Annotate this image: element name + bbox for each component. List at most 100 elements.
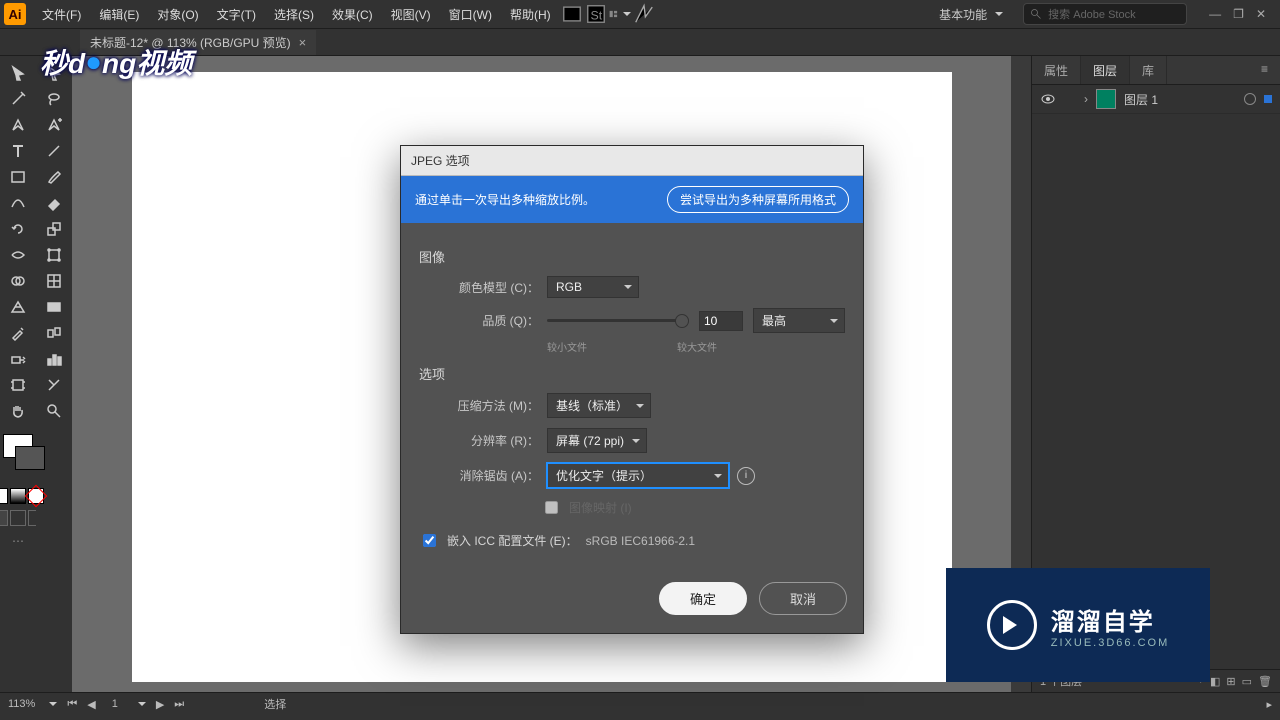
menu-object[interactable]: 对象(O): [149, 2, 206, 27]
rotate-tool[interactable]: [3, 216, 33, 242]
last-artboard-icon[interactable]: ⏭: [174, 698, 184, 711]
target-icon[interactable]: [1244, 93, 1256, 105]
tab-layers[interactable]: 图层: [1081, 56, 1130, 84]
width-tool[interactable]: [3, 242, 33, 268]
tab-properties[interactable]: 属性: [1032, 56, 1081, 84]
free-transform-tool[interactable]: [39, 242, 69, 268]
ok-button[interactable]: 确定: [659, 582, 747, 615]
delete-layer-icon[interactable]: 🗑: [1258, 675, 1272, 688]
banner-try-button[interactable]: 尝试导出为多种屏幕所用格式: [667, 186, 849, 213]
icc-profile-checkbox[interactable]: [423, 534, 436, 547]
perspective-tool[interactable]: [3, 294, 33, 320]
color-mode-swatches[interactable]: [0, 488, 44, 504]
artboard-dropdown-icon[interactable]: [138, 702, 146, 710]
prev-artboard-icon[interactable]: ◀: [87, 698, 95, 711]
cancel-button[interactable]: 取消: [759, 582, 847, 615]
selection-tool[interactable]: [3, 60, 33, 86]
scale-tool[interactable]: [39, 216, 69, 242]
quality-label: 品质 (Q)：: [419, 312, 539, 329]
stock-icon[interactable]: St: [585, 3, 607, 25]
menu-effect[interactable]: 效果(C): [324, 2, 381, 27]
eraser-tool[interactable]: [39, 190, 69, 216]
search-stock-input[interactable]: 搜索 Adobe Stock: [1023, 3, 1187, 25]
gpu-icon[interactable]: [633, 3, 655, 25]
cloud-icon[interactable]: [561, 3, 583, 25]
visibility-icon[interactable]: [1040, 91, 1056, 107]
toolbox-more[interactable]: ⋯: [12, 534, 24, 548]
menu-select[interactable]: 选择(S): [266, 2, 322, 27]
shape-builder-tool[interactable]: [3, 268, 33, 294]
tab-close-icon[interactable]: ×: [299, 35, 307, 50]
new-sublayer-icon[interactable]: ⊞: [1226, 675, 1235, 688]
status-caret-icon[interactable]: ▸: [1266, 698, 1272, 711]
color-model-select[interactable]: RGB: [547, 276, 639, 298]
line-tool[interactable]: [39, 138, 69, 164]
menu-bar: Ai 文件(F) 编辑(E) 对象(O) 文字(T) 选择(S) 效果(C) 视…: [0, 0, 1280, 29]
compression-label: 压缩方法 (M)：: [419, 397, 539, 414]
new-layer-icon[interactable]: ▭: [1242, 675, 1252, 688]
magic-wand-tool[interactable]: [3, 86, 33, 112]
zoom-tool[interactable]: [39, 398, 69, 424]
icc-profile-label: 嵌入 ICC 配置文件 (E)：: [447, 532, 578, 549]
jpeg-options-dialog: JPEG 选项 通过单击一次导出多种缩放比例。 尝试导出为多种屏幕所用格式 图像…: [400, 145, 864, 634]
tab-libraries[interactable]: 库: [1130, 56, 1167, 84]
antialias-select[interactable]: 优化文字（提示）: [547, 463, 729, 488]
watermark-title: 溜溜自学: [1051, 602, 1169, 637]
mesh-tool[interactable]: [39, 268, 69, 294]
zoom-level[interactable]: 113%: [8, 698, 35, 710]
menu-window[interactable]: 窗口(W): [441, 2, 500, 27]
play-logo-icon: [987, 600, 1037, 650]
first-artboard-icon[interactable]: ⏮: [67, 698, 77, 711]
watermark-left: 秒d●ng视频: [40, 42, 192, 82]
compression-select[interactable]: 基线（标准）: [547, 393, 651, 418]
pen-tool[interactable]: [3, 112, 33, 138]
add-anchor-tool[interactable]: [39, 112, 69, 138]
maximize-button[interactable]: ❐: [1233, 7, 1244, 21]
symbol-sprayer-tool[interactable]: [3, 346, 33, 372]
quality-value-input[interactable]: 10: [699, 311, 743, 331]
layer-name[interactable]: 图层 1: [1124, 91, 1158, 108]
menu-file[interactable]: 文件(F): [34, 2, 89, 27]
artboard-number[interactable]: 1: [106, 698, 124, 710]
toolbox-left: ⋯: [0, 56, 36, 692]
resolution-label: 分辨率 (R)：: [419, 432, 539, 449]
resolution-select[interactable]: 屏幕 (72 ppi): [547, 428, 647, 453]
gradient-tool[interactable]: [39, 294, 69, 320]
menu-help[interactable]: 帮助(H): [502, 2, 559, 27]
artboard-tool[interactable]: [3, 372, 33, 398]
menu-text[interactable]: 文字(T): [209, 2, 264, 27]
panel-menu-icon[interactable]: ≡: [1249, 56, 1280, 84]
search-placeholder: 搜索 Adobe Stock: [1048, 6, 1135, 22]
quality-slider-thumb[interactable]: [675, 314, 689, 328]
menu-view[interactable]: 视图(V): [383, 2, 439, 27]
expand-icon[interactable]: ›: [1084, 92, 1088, 106]
quality-slider[interactable]: [547, 319, 689, 322]
arrange-icon[interactable]: [609, 3, 631, 25]
quality-high-label: 较大文件: [677, 339, 717, 354]
info-icon[interactable]: i: [737, 467, 755, 485]
layer-row[interactable]: › 图层 1: [1032, 85, 1280, 114]
imagemap-checkbox: [545, 501, 558, 514]
slice-tool[interactable]: [39, 372, 69, 398]
minimize-button[interactable]: —: [1209, 7, 1221, 21]
fill-stroke-swatch[interactable]: [3, 434, 33, 482]
lasso-tool[interactable]: [39, 86, 69, 112]
column-graph-tool[interactable]: [39, 346, 69, 372]
type-tool[interactable]: [3, 138, 33, 164]
layer-thumbnail: [1096, 89, 1116, 109]
rectangle-tool[interactable]: [3, 164, 33, 190]
imagemap-label: 图像映射 (I): [569, 499, 632, 516]
workspace-label: 基本功能: [939, 6, 987, 23]
blend-tool[interactable]: [39, 320, 69, 346]
make-clipping-mask-icon[interactable]: ◧: [1210, 675, 1220, 688]
workspace-switcher[interactable]: 基本功能: [931, 2, 1011, 27]
quality-preset-select[interactable]: 最高: [753, 308, 845, 333]
curvature-tool[interactable]: [3, 190, 33, 216]
menu-edit[interactable]: 编辑(E): [91, 2, 147, 27]
paintbrush-tool[interactable]: [39, 164, 69, 190]
next-artboard-icon[interactable]: ▶: [156, 698, 164, 711]
zoom-dropdown-icon[interactable]: [49, 702, 57, 710]
eyedropper-tool[interactable]: [3, 320, 33, 346]
hand-tool[interactable]: [3, 398, 33, 424]
close-button[interactable]: ✕: [1256, 7, 1266, 21]
